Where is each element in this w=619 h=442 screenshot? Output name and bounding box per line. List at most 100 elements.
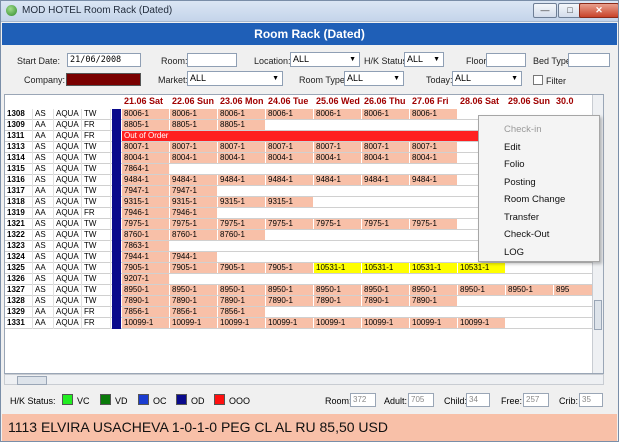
table-row[interactable]: 1331 AA AQUA FR 10099-1 10099-1 10099-1 10099-1… xyxy=(5,318,603,329)
booking-cell[interactable]: 8006-1 xyxy=(266,109,313,119)
booking-cell[interactable]: 8006-1 xyxy=(314,109,361,119)
booking-cell[interactable]: 8950-1 xyxy=(410,285,457,295)
booking-cell[interactable]: 8950-1 xyxy=(122,285,169,295)
booking-cell[interactable]: 7890-1 xyxy=(362,296,409,306)
booking-cell[interactable]: 8950-1 xyxy=(362,285,409,295)
booking-cell[interactable]: 7944-1 xyxy=(170,252,217,262)
booking-cell[interactable]: 7890-1 xyxy=(122,296,169,306)
booking-cell[interactable]: 9484-1 xyxy=(170,175,217,185)
booking-cell[interactable]: 8950-1 xyxy=(266,285,313,295)
booking-cell[interactable]: 8004-1 xyxy=(362,153,409,163)
booking-cell[interactable]: 8004-1 xyxy=(410,153,457,163)
booking-cell[interactable]: 10099-1 xyxy=(266,318,313,328)
booking-cell[interactable]: 9315-1 xyxy=(170,197,217,207)
room-field[interactable] xyxy=(187,53,237,67)
filter-checkbox[interactable] xyxy=(533,75,543,85)
booking-cell[interactable]: 8950-1 xyxy=(218,285,265,295)
location-select[interactable]: ALL ▼ xyxy=(290,52,360,67)
context-menu-item-room-change[interactable]: Room Change xyxy=(504,194,565,205)
booking-cell[interactable]: 8007-1 xyxy=(218,142,265,152)
horizontal-scrollbar[interactable] xyxy=(4,374,604,385)
booking-cell[interactable]: 7975-1 xyxy=(410,219,457,229)
booking-cell[interactable]: 10099-1 xyxy=(458,318,505,328)
booking-cell[interactable]: 7856-1 xyxy=(170,307,217,317)
booking-cell[interactable]: 7905-1 xyxy=(170,263,217,273)
booking-cell[interactable]: 9484-1 xyxy=(266,175,313,185)
scroll-thumb[interactable] xyxy=(17,376,47,385)
booking-cell[interactable]: 8006-1 xyxy=(362,109,409,119)
booking-cell[interactable]: 10531-1 xyxy=(458,263,505,273)
company-field[interactable] xyxy=(66,73,141,86)
booking-cell[interactable]: 9484-1 xyxy=(362,175,409,185)
booking-cell[interactable]: 9315-1 xyxy=(266,197,313,207)
booking-cell[interactable]: 7947-1 xyxy=(170,186,217,196)
booking-cell[interactable]: 10099-1 xyxy=(218,318,265,328)
booking-cell[interactable]: 7856-1 xyxy=(218,307,265,317)
booking-cell[interactable]: 8006-1 xyxy=(218,109,265,119)
booking-cell[interactable]: 7864-1 xyxy=(122,164,169,174)
context-menu-item-edit[interactable]: Edit xyxy=(504,142,520,153)
booking-cell[interactable]: 8004-1 xyxy=(314,153,361,163)
booking-cell[interactable]: 7863-1 xyxy=(122,241,169,251)
start-date-field[interactable]: 21/06/2008 xyxy=(67,53,141,67)
booking-cell[interactable]: 8004-1 xyxy=(170,153,217,163)
booking-cell[interactable]: 8004-1 xyxy=(218,153,265,163)
scroll-thumb[interactable] xyxy=(594,300,602,330)
booking-cell[interactable]: 10099-1 xyxy=(170,318,217,328)
booking-cell[interactable]: 10099-1 xyxy=(122,318,169,328)
booking-cell[interactable]: 8004-1 xyxy=(266,153,313,163)
table-row[interactable]: 1325 AA AQUA TW 7905-1 7905-1 7905-1 7905-1 1053… xyxy=(5,263,603,274)
bed-type-field[interactable] xyxy=(568,53,610,67)
booking-cell[interactable]: 8007-1 xyxy=(314,142,361,152)
booking-cell[interactable]: 8006-1 xyxy=(170,109,217,119)
close-button[interactable]: ✕ xyxy=(579,3,618,18)
booking-cell[interactable]: 8007-1 xyxy=(170,142,217,152)
booking-cell[interactable]: 8007-1 xyxy=(122,142,169,152)
booking-cell[interactable]: 7890-1 xyxy=(266,296,313,306)
booking-cell[interactable]: 8007-1 xyxy=(410,142,457,152)
booking-cell[interactable]: 9207-1 xyxy=(122,274,169,284)
table-row[interactable]: 1328 AS AQUA TW 7890-1 7890-1 7890-1 7890-1 7890… xyxy=(5,296,603,307)
booking-cell[interactable]: 9315-1 xyxy=(122,197,169,207)
booking-cell[interactable]: 10099-1 xyxy=(362,318,409,328)
booking-cell[interactable]: 7975-1 xyxy=(362,219,409,229)
booking-cell[interactable]: 8760-1 xyxy=(218,230,265,240)
booking-cell[interactable]: 7946-1 xyxy=(122,208,169,218)
room-type-select[interactable]: ALL ▼ xyxy=(344,71,404,86)
context-menu-item-folio[interactable]: Folio xyxy=(504,159,525,170)
hk-status-select[interactable]: ALL ▼ xyxy=(404,52,444,67)
booking-cell[interactable]: 10531-1 xyxy=(314,263,361,273)
booking-cell[interactable]: 8805-1 xyxy=(122,120,169,130)
booking-cell[interactable]: 7944-1 xyxy=(122,252,169,262)
market-select[interactable]: ALL ▼ xyxy=(187,71,283,86)
booking-cell[interactable]: 8006-1 xyxy=(122,109,169,119)
booking-cell[interactable]: 8950-1 xyxy=(170,285,217,295)
booking-cell[interactable]: 7975-1 xyxy=(122,219,169,229)
booking-cell[interactable]: 7975-1 xyxy=(170,219,217,229)
booking-cell[interactable]: 8760-1 xyxy=(122,230,169,240)
minimize-button[interactable]: — xyxy=(533,3,557,18)
booking-cell[interactable]: 10099-1 xyxy=(410,318,457,328)
booking-cell[interactable]: 9484-1 xyxy=(410,175,457,185)
booking-cell[interactable]: 7975-1 xyxy=(218,219,265,229)
booking-cell[interactable]: 8004-1 xyxy=(122,153,169,163)
booking-cell[interactable]: 8950-1 xyxy=(314,285,361,295)
booking-cell[interactable]: 7975-1 xyxy=(266,219,313,229)
booking-cell[interactable]: Out of Order xyxy=(122,131,505,141)
booking-cell[interactable]: 8950-1 xyxy=(506,285,553,295)
context-menu-item-transfer[interactable]: Transfer xyxy=(504,212,539,223)
booking-cell[interactable]: 10099-1 xyxy=(314,318,361,328)
today-select[interactable]: ALL ▼ xyxy=(452,71,522,86)
context-menu-item-check-out[interactable]: Check-Out xyxy=(504,229,549,240)
booking-cell[interactable]: 7905-1 xyxy=(218,263,265,273)
booking-cell[interactable]: 8006-1 xyxy=(410,109,457,119)
booking-cell[interactable]: 8805-1 xyxy=(218,120,265,130)
booking-cell[interactable]: 7905-1 xyxy=(122,263,169,273)
booking-cell[interactable]: 7890-1 xyxy=(410,296,457,306)
table-row[interactable]: 1329 AA AQUA FR 7856-1 7856-1 7856-1 xyxy=(5,307,603,318)
booking-cell[interactable]: 7975-1 xyxy=(314,219,361,229)
booking-cell[interactable]: 10531-1 xyxy=(410,263,457,273)
booking-cell[interactable]: 8760-1 xyxy=(170,230,217,240)
context-menu-item-log[interactable]: LOG xyxy=(504,247,524,258)
context-menu-item-posting[interactable]: Posting xyxy=(504,177,536,188)
